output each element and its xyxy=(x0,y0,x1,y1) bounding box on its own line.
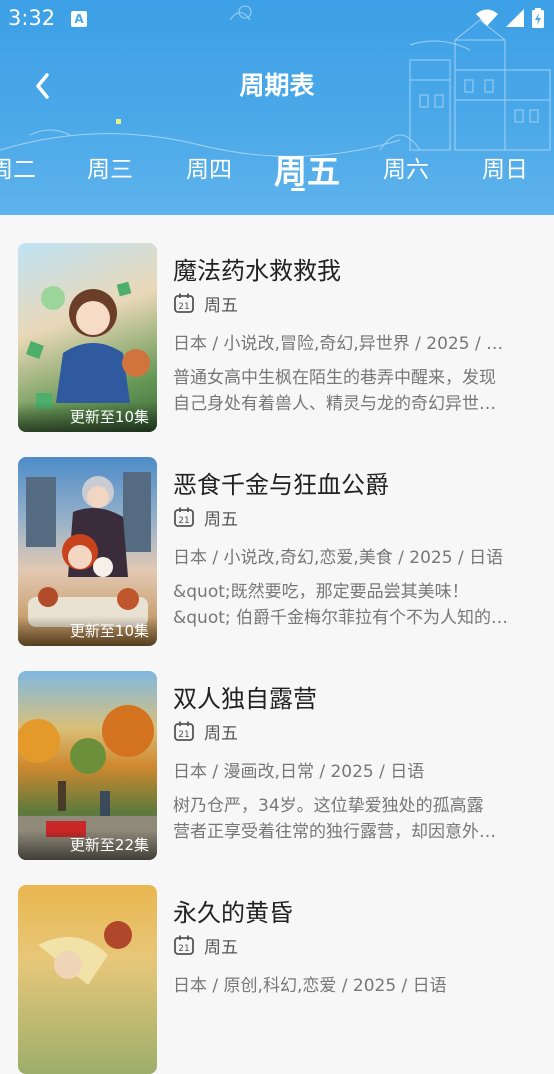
tab-wednesday[interactable]: 周三 xyxy=(87,150,133,184)
notification-icon: A xyxy=(71,11,87,27)
anime-description: &quot;既然要吃，那定要品尝其美味！ &quot; 伯爵千金梅尔菲拉有个不为… xyxy=(173,579,523,631)
cover-image[interactable] xyxy=(18,885,157,1074)
page-title: 周期表 xyxy=(239,71,315,100)
status-bar: 3:32 A xyxy=(0,0,554,38)
cover-art xyxy=(38,921,132,985)
list-item[interactable]: 更新至10集 魔法药水救救我 21 周五 日本 / 小说改,冒险,奇幻,异世界 … xyxy=(0,215,554,432)
signal-icon xyxy=(506,9,524,27)
list-item[interactable]: 更新至22集 双人独自露营 21 周五 日本 / 漫画改,日常 / 2025 /… xyxy=(0,643,554,860)
calendar-icon: 21 xyxy=(174,935,194,955)
cover-image[interactable]: 更新至22集 xyxy=(18,671,157,860)
anime-meta: 日本 / 小说改,奇幻,恋爱,美食 / 2025 / 日语 xyxy=(173,548,504,568)
anime-title: 魔法药水救救我 xyxy=(173,257,341,285)
broadcast-day: 21 周五 xyxy=(173,933,238,958)
weekday-label: 周五 xyxy=(204,509,238,530)
description-line: 自己身处有着兽人、精灵与龙的奇幻异世… xyxy=(173,394,496,414)
description-line: 树乃仓严，34岁。这位挚爱独处的孤高露 xyxy=(173,796,484,816)
list-item[interactable]: 更新至10集 恶食千金与狂血公爵 21 周五 日本 / 小说改,奇幻,恋爱,美食… xyxy=(0,429,554,646)
svg-text:21: 21 xyxy=(178,944,189,954)
anime-description: 树乃仓严，34岁。这位挚爱独处的孤高露 营者正享受着往常的独行露营，却因意外… xyxy=(173,793,523,845)
anime-title: 永久的黄昏 xyxy=(173,899,293,927)
calendar-icon: 21 xyxy=(174,721,194,741)
active-tab-indicator xyxy=(291,188,305,191)
weekday-label: 周五 xyxy=(204,937,238,958)
broadcast-day: 21 周五 xyxy=(173,291,238,316)
svg-text:21: 21 xyxy=(178,516,189,526)
description-line: &quot; 伯爵千金梅尔菲拉有个不为人知的… xyxy=(173,608,509,628)
weekday-label: 周五 xyxy=(204,723,238,744)
episode-badge: 更新至22集 xyxy=(18,830,157,860)
svg-text:21: 21 xyxy=(178,302,189,312)
episode-badge: 更新至10集 xyxy=(18,402,157,432)
episode-badge: 更新至10集 xyxy=(18,616,157,646)
cover-image[interactable]: 更新至10集 xyxy=(18,243,157,432)
tab-tuesday[interactable]: 周二 xyxy=(0,150,36,184)
weekday-label: 周五 xyxy=(204,295,238,316)
anime-title: 双人独自露营 xyxy=(173,685,317,713)
calendar-icon: 21 xyxy=(174,507,194,527)
broadcast-day: 21 周五 xyxy=(173,719,238,744)
calendar-icon: 21 xyxy=(174,293,194,313)
anime-description: 普通女高中生枫在陌生的巷弄中醒来，发现 自己身处有着兽人、精灵与龙的奇幻异世… xyxy=(173,365,523,417)
header: 3:32 A 周期表 周二 周三 周四 周五 周六 周日 xyxy=(0,0,554,215)
description-line: 普通女高中生枫在陌生的巷弄中醒来，发现 xyxy=(173,368,496,388)
svg-text:21: 21 xyxy=(178,730,189,740)
tab-friday[interactable]: 周五 xyxy=(274,145,340,193)
wifi-icon xyxy=(476,9,498,26)
description-line: &quot;既然要吃，那定要品尝其美味！ xyxy=(173,582,469,602)
status-time: 3:32 xyxy=(8,6,56,30)
weekday-tabs: 周二 周三 周四 周五 周六 周日 xyxy=(0,150,554,191)
broadcast-day: 21 周五 xyxy=(173,505,238,530)
list-item[interactable]: 永久的黄昏 21 周五 日本 / 原创,科幻,恋爱 / 2025 / 日语 xyxy=(0,857,554,1074)
tab-thursday[interactable]: 周四 xyxy=(186,150,232,184)
tab-sunday[interactable]: 周日 xyxy=(482,150,528,184)
cover-image[interactable]: 更新至10集 xyxy=(18,457,157,646)
tab-saturday[interactable]: 周六 xyxy=(383,150,429,184)
anime-meta: 日本 / 漫画改,日常 / 2025 / 日语 xyxy=(173,762,425,782)
description-line: 营者正享受着往常的独行露营，却因意外… xyxy=(173,822,496,842)
battery-icon xyxy=(532,8,544,28)
anime-title: 恶食千金与狂血公爵 xyxy=(173,471,389,499)
anime-meta: 日本 / 小说改,冒险,奇幻,异世界 / 2025 / … xyxy=(173,334,504,354)
